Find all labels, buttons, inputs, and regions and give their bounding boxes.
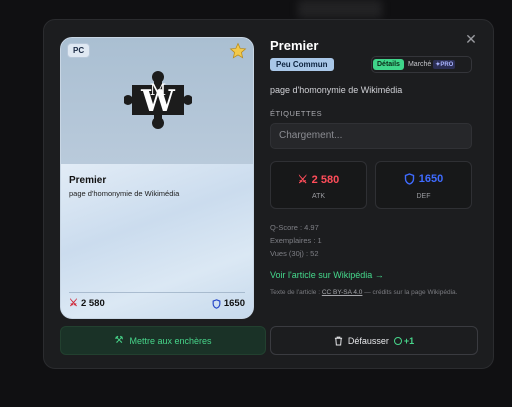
background-blur [298, 0, 382, 18]
card-def-value: 1650 [223, 298, 245, 309]
detail-title: Premier [270, 38, 319, 53]
star-icon[interactable] [229, 42, 247, 60]
tab-market[interactable]: Marché ✦PRO [407, 60, 456, 69]
license-prefix: Texte de l'article : [270, 289, 322, 296]
auction-button[interactable]: ⚒ Mettre aux enchères [60, 326, 266, 355]
tags-field[interactable]: Chargement... [270, 123, 472, 149]
def-stat-box: 1650 DEF [375, 161, 472, 209]
card-info-panel [61, 164, 253, 318]
platform-badge: PC [67, 43, 91, 58]
card-detail-modal: ✕ PC W M Premier page d'homonymie de Wik… [43, 19, 494, 369]
def-stat: 1650 [376, 173, 471, 185]
discard-reward: +1 [393, 335, 415, 346]
tab-market-label: Marché [407, 61, 432, 68]
card-subtitle: page d'homonymie de Wikimédia [69, 189, 180, 198]
close-icon[interactable]: ✕ [464, 32, 478, 46]
atk-stat-value: 2 580 [311, 173, 340, 186]
gavel-icon: ⚒ [114, 335, 124, 346]
tab-details[interactable]: Détails [373, 59, 404, 70]
def-stat-value: 1650 [418, 173, 444, 185]
views-count: Vues (30j) : 52 [270, 249, 319, 258]
q-score: Q-Score : 4.97 [270, 223, 319, 232]
atk-stat-box: ⚔ 2 580 ATK [270, 161, 367, 209]
discard-label: Défausser [347, 335, 389, 346]
card-atk-value: 2 580 [80, 298, 105, 309]
card-def: 1650 [212, 298, 245, 309]
pro-badge: ✦PRO [433, 60, 456, 69]
view-tabs: Détails Marché ✦PRO [371, 56, 472, 73]
trash-icon [334, 336, 342, 346]
atk-stat: ⚔ 2 580 [271, 173, 366, 187]
auction-label: Mettre aux enchères [129, 335, 212, 346]
card-title: Premier [69, 175, 107, 186]
card-divider [69, 292, 245, 293]
card-preview: PC W M Premier page d'homonymie de Wikim… [60, 37, 254, 319]
discard-button[interactable]: Défausser +1 [270, 326, 478, 355]
swords-icon: ⚔ [69, 298, 78, 309]
shield-icon [404, 173, 414, 185]
svg-text:M: M [150, 80, 166, 99]
license-text: Texte de l'article : CC BY-SA 4.0 — créd… [270, 288, 470, 297]
tags-label: ÉTIQUETTES [270, 109, 323, 118]
def-stat-label: DEF [416, 193, 431, 200]
card-atk: ⚔ 2 580 [69, 298, 105, 309]
swords-icon: ⚔ [297, 174, 308, 186]
copies-count: Exemplaires : 1 [270, 236, 322, 245]
wikipedia-link[interactable]: Voir l'article sur Wikipédia → [270, 270, 384, 280]
license-suffix: — crédits sur la page Wikipédia. [362, 289, 458, 296]
detail-description: page d'homonymie de Wikimédia [270, 85, 403, 95]
atk-stat-label: ATK [311, 193, 326, 200]
discard-reward-value: +1 [403, 335, 415, 346]
coin-icon [393, 336, 402, 345]
pro-label: PRO [440, 62, 454, 68]
wikimedia-puzzle-logo: W M [124, 71, 192, 129]
shield-icon [212, 298, 221, 309]
rarity-badge: Peu Commun [270, 58, 334, 71]
license-link[interactable]: CC BY-SA 4.0 [322, 289, 363, 296]
